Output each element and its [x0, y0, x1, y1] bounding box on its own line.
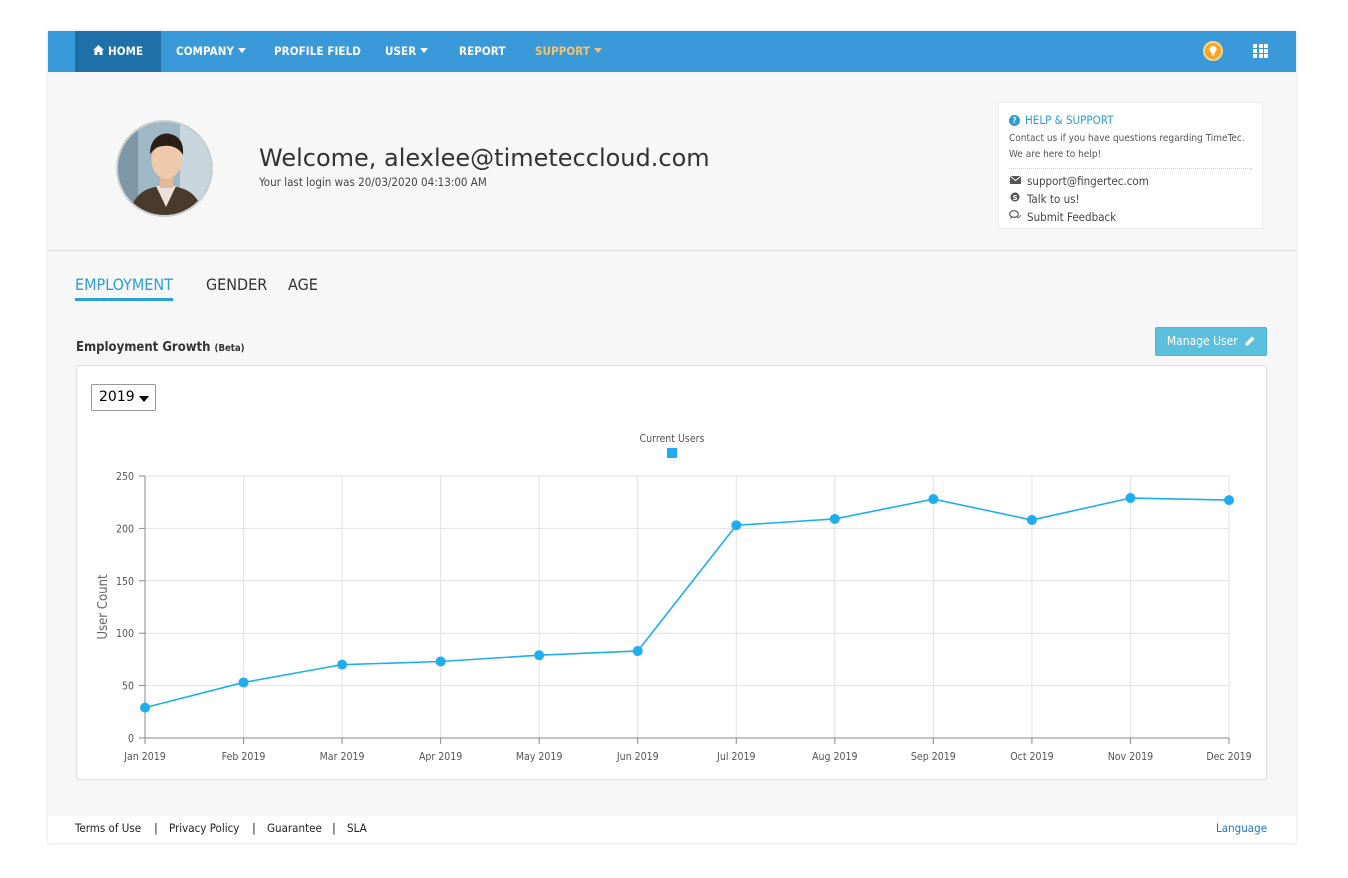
avatar-photo	[118, 122, 211, 215]
welcome-header: Welcome, alexlee@timeteccloud.com Your l…	[48, 72, 1296, 251]
y-tick-label: 150	[116, 576, 134, 588]
support-email-label: support@fingertec.com	[1027, 174, 1149, 188]
data-point	[632, 646, 643, 657]
x-tick-label: Nov 2019	[1108, 751, 1153, 763]
y-tick-label: 200	[116, 523, 134, 535]
y-tick-label: 50	[122, 681, 134, 693]
sla-link[interactable]: SLA	[347, 821, 367, 835]
x-tick-label: Jul 2019	[716, 751, 755, 763]
y-tick-label: 100	[116, 628, 134, 640]
skype-icon: S	[1009, 192, 1021, 206]
section-title: Employment Growth (Beta)	[76, 340, 245, 355]
series-line	[144, 497, 1230, 709]
x-tick-label: May 2019	[516, 751, 563, 763]
data-point	[337, 659, 348, 670]
data-point	[928, 494, 939, 505]
data-point	[435, 656, 446, 667]
x-tick-label: Feb 2019	[222, 751, 266, 763]
year-select-value: 2019	[99, 389, 135, 405]
privacy-policy-link[interactable]: Privacy Policy	[169, 821, 239, 835]
employment-growth-label: Employment Growth	[76, 340, 211, 355]
employment-growth-chart: 0 50 100 150 200 250 Jan 2019 Feb 2019 Mar 2019 A…	[96, 433, 1252, 763]
x-tick-label: Oct 2019	[1010, 751, 1053, 763]
submit-feedback-link[interactable]: Submit Feedback	[1009, 210, 1252, 224]
submit-feedback-label: Submit Feedback	[1027, 209, 1117, 224]
help-description: Contact us if you have questions regardi…	[1009, 131, 1252, 169]
footer-separator: |	[154, 821, 158, 835]
last-login-text: Your last login was 20/03/2020 04:13:00 …	[259, 175, 487, 189]
x-tick-label: Sep 2019	[911, 751, 956, 763]
nav-company[interactable]: COMPANY	[176, 31, 247, 72]
y-tick-label: 0	[128, 733, 134, 745]
apps-grid-icon[interactable]	[1253, 44, 1268, 58]
nav-profile-field[interactable]: PROFILE FIELD	[274, 31, 361, 72]
support-email-link[interactable]: support@fingertec.com	[1009, 175, 1252, 188]
x-tick-label: Aug 2019	[812, 751, 857, 763]
nav-support-label: SUPPORT	[535, 44, 591, 58]
nav-user-label: USER	[385, 44, 417, 58]
legend-swatch	[667, 448, 677, 458]
data-point	[140, 702, 150, 713]
data-point	[731, 520, 742, 531]
nav-report[interactable]: REPORT	[459, 31, 506, 72]
legend-label: Current Users	[640, 433, 705, 445]
help-title-label: HELP & SUPPORT	[1025, 113, 1114, 127]
pencil-icon	[1245, 336, 1255, 345]
talk-to-us-label: Talk to us!	[1027, 191, 1080, 206]
language-link[interactable]: Language	[1216, 821, 1267, 835]
svg-text:S: S	[1012, 194, 1017, 202]
footer-separator: |	[332, 821, 336, 835]
data-point	[238, 677, 249, 688]
help-support-panel: ? HELP & SUPPORT Contact us if you have …	[998, 102, 1263, 229]
tab-age[interactable]: AGE	[288, 275, 318, 298]
data-point	[1224, 495, 1234, 506]
x-tick-label: Mar 2019	[320, 751, 365, 763]
nav-report-label: REPORT	[459, 44, 506, 58]
tab-gender[interactable]: GENDER	[206, 275, 267, 298]
lightbulb-icon[interactable]	[1203, 41, 1223, 61]
nav-home[interactable]: HOME	[75, 31, 162, 72]
envelope-icon	[1009, 175, 1021, 188]
help-title: ? HELP & SUPPORT	[1009, 113, 1252, 127]
manage-user-button[interactable]: Manage User	[1155, 327, 1267, 356]
home-icon	[93, 45, 104, 55]
chevron-down-icon	[139, 396, 149, 402]
footer-separator: |	[252, 821, 256, 835]
question-circle-icon: ?	[1009, 114, 1020, 126]
welcome-title: Welcome, alexlee@timeteccloud.com	[259, 144, 710, 172]
nav-home-label: HOME	[108, 44, 144, 58]
data-point	[829, 513, 840, 524]
data-point	[1125, 493, 1136, 504]
guarantee-link[interactable]: Guarantee	[267, 821, 322, 835]
tab-employment[interactable]: EMPLOYMENT	[75, 275, 173, 301]
terms-of-use-link[interactable]: Terms of Use	[75, 821, 141, 835]
data-point	[1026, 515, 1037, 526]
nav-company-label: COMPANY	[176, 44, 235, 58]
year-select[interactable]: 2019	[91, 384, 156, 411]
chevron-down-icon	[594, 48, 603, 53]
y-tick-label: 250	[116, 471, 134, 483]
chevron-down-icon	[238, 48, 247, 53]
x-tick-label: Jan 2019	[123, 751, 166, 763]
top-nav: HOME COMPANY PROFILE FIELD USER REPORT S…	[48, 31, 1296, 72]
footer: Terms of Use | Privacy Policy | Guarante…	[48, 816, 1296, 843]
app-window: HOME COMPANY PROFILE FIELD USER REPORT S…	[48, 31, 1296, 843]
comments-icon	[1009, 210, 1021, 224]
y-axis-label: User Count	[96, 574, 111, 640]
nav-profile-field-label: PROFILE FIELD	[274, 44, 361, 58]
avatar	[116, 120, 213, 217]
x-tick-label: Apr 2019	[419, 751, 462, 763]
nav-support[interactable]: SUPPORT	[535, 31, 603, 72]
chevron-down-icon	[420, 48, 429, 53]
data-point	[534, 650, 545, 661]
manage-user-label: Manage User	[1166, 334, 1238, 348]
bulb-glyph	[1209, 46, 1217, 56]
x-tick-label: Dec 2019	[1206, 751, 1251, 763]
beta-label: (Beta)	[214, 343, 245, 354]
x-tick-label: Jun 2019	[616, 751, 659, 763]
talk-to-us-link[interactable]: S Talk to us!	[1009, 192, 1252, 206]
nav-user[interactable]: USER	[385, 31, 429, 72]
employment-chart-card: 0 50 100 150 200 250 Jan 2019 Feb 2019 Mar 2019 A…	[76, 365, 1267, 780]
